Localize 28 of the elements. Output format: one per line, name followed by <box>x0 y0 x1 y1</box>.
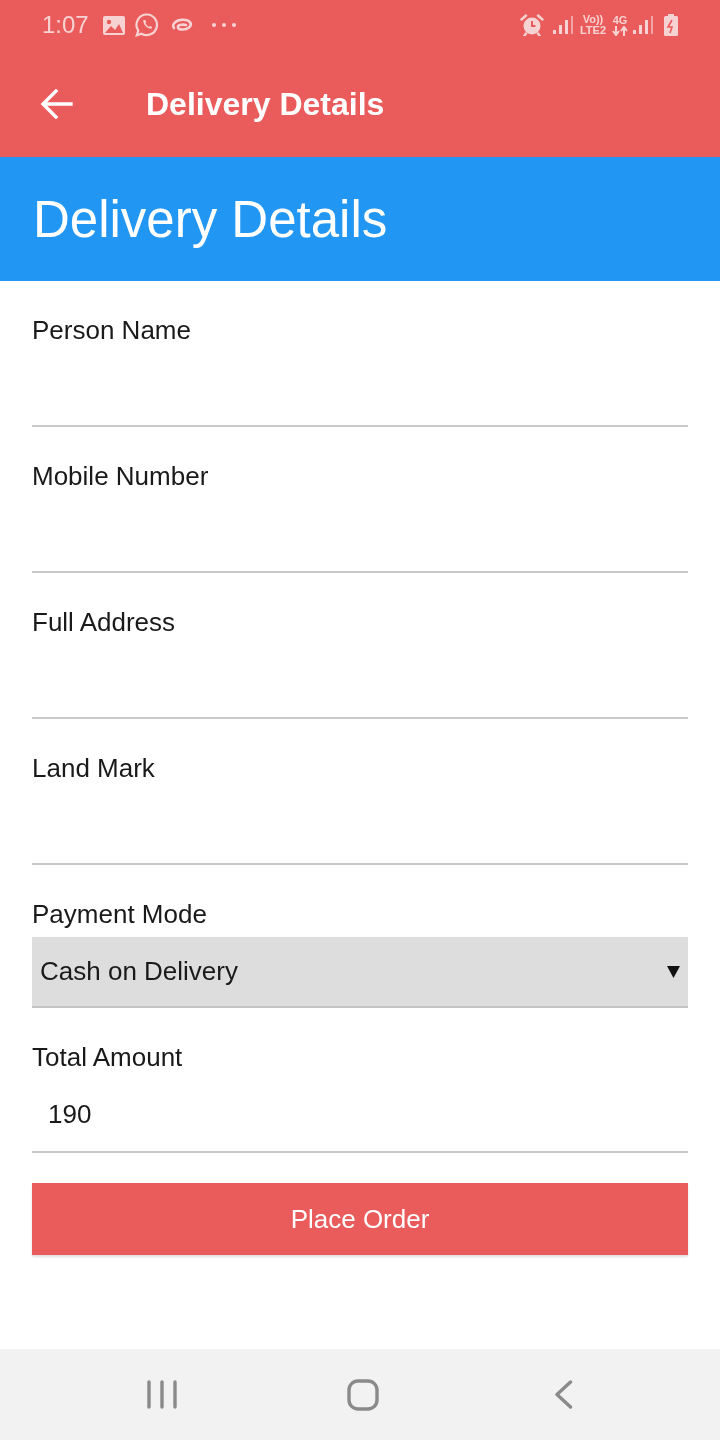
back-button[interactable] <box>40 88 73 119</box>
volte-label: Vo)) <box>582 14 604 25</box>
payment-mode-dropdown[interactable]: Cash on Delivery <box>32 937 688 1008</box>
field-label: Person Name <box>32 314 192 347</box>
field-label: Full Address <box>32 606 177 639</box>
data-arrows-icon <box>612 25 628 36</box>
alarm-clock-icon <box>519 14 544 36</box>
back-arrow-icon <box>40 88 73 119</box>
status-time: 1:07 <box>42 13 89 37</box>
app-bar-title: Delivery Details <box>146 87 385 120</box>
more-icon <box>211 23 236 27</box>
field-label: Total Amount <box>32 1041 184 1074</box>
signal-icon <box>552 16 574 34</box>
swirl-icon <box>169 18 194 32</box>
battery-icon <box>664 14 678 36</box>
field-label: Land Mark <box>32 752 156 785</box>
input-field[interactable]: 190 <box>32 1074 688 1153</box>
volte-label: LTE2 <box>579 25 606 36</box>
recent-apps-icon[interactable] <box>147 1380 177 1409</box>
field-label: Payment Mode <box>32 898 208 931</box>
field-label: Mobile Number <box>32 460 210 493</box>
home-icon[interactable] <box>347 1378 379 1411</box>
back-icon[interactable] <box>554 1380 573 1409</box>
signal-icon <box>633 16 654 34</box>
caret-icon <box>667 965 680 978</box>
network-type-label: 4G <box>612 14 628 26</box>
image-icon <box>102 15 125 35</box>
phone-bubble-icon <box>134 13 159 37</box>
